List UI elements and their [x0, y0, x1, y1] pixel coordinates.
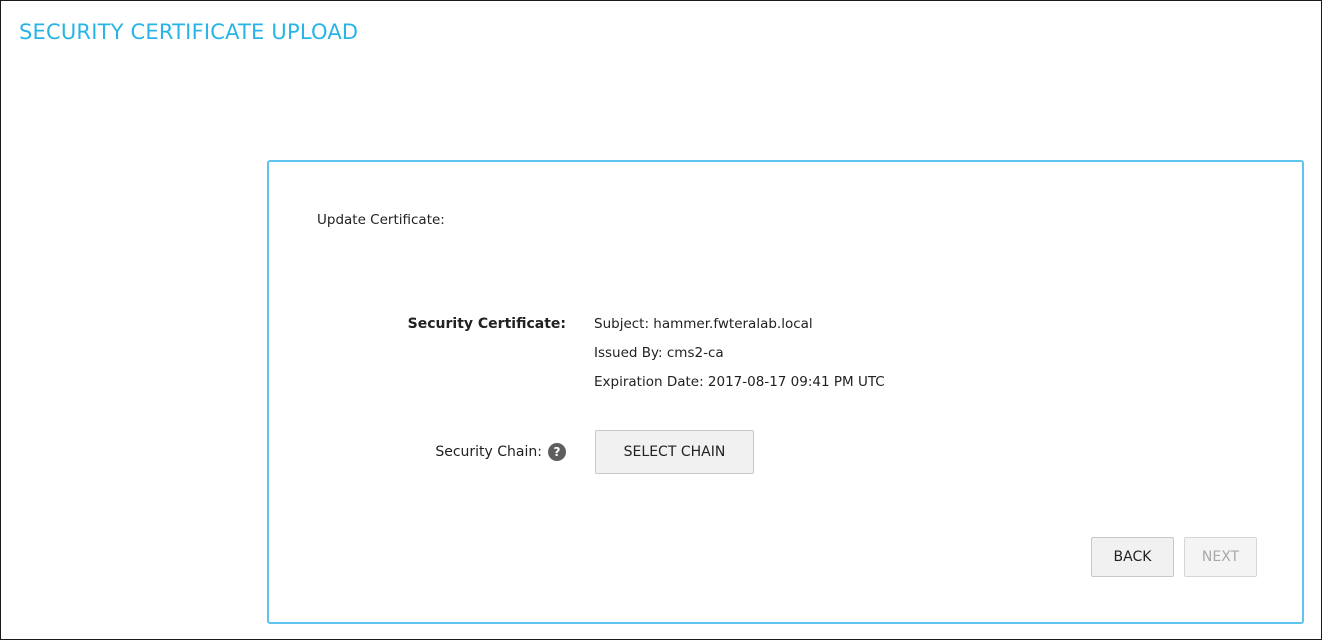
certificate-subject: Subject: hammer.fwteralab.local — [594, 316, 813, 332]
question-circle-icon[interactable]: ? — [548, 443, 566, 461]
security-certificate-label: Security Certificate: — [407, 316, 566, 332]
back-button[interactable]: BACK — [1091, 537, 1174, 577]
certificate-details: Subject: hammer.fwteralab.local Issued B… — [594, 314, 885, 401]
certificate-expiration: Expiration Date: 2017-08-17 09:41 PM UTC — [594, 374, 885, 390]
security-chain-label: Security Chain: — [435, 444, 542, 460]
certificate-issuer: Issued By: cms2-ca — [594, 345, 724, 361]
certificate-panel: Update Certificate: Security Certificate… — [267, 160, 1304, 624]
security-chain-field: Security Chain: ? — [435, 443, 566, 461]
select-chain-button[interactable]: SELECT CHAIN — [595, 430, 754, 474]
next-button[interactable]: NEXT — [1184, 537, 1257, 577]
page-title: SECURITY CERTIFICATE UPLOAD — [19, 20, 359, 44]
update-certificate-heading: Update Certificate: — [317, 212, 445, 228]
